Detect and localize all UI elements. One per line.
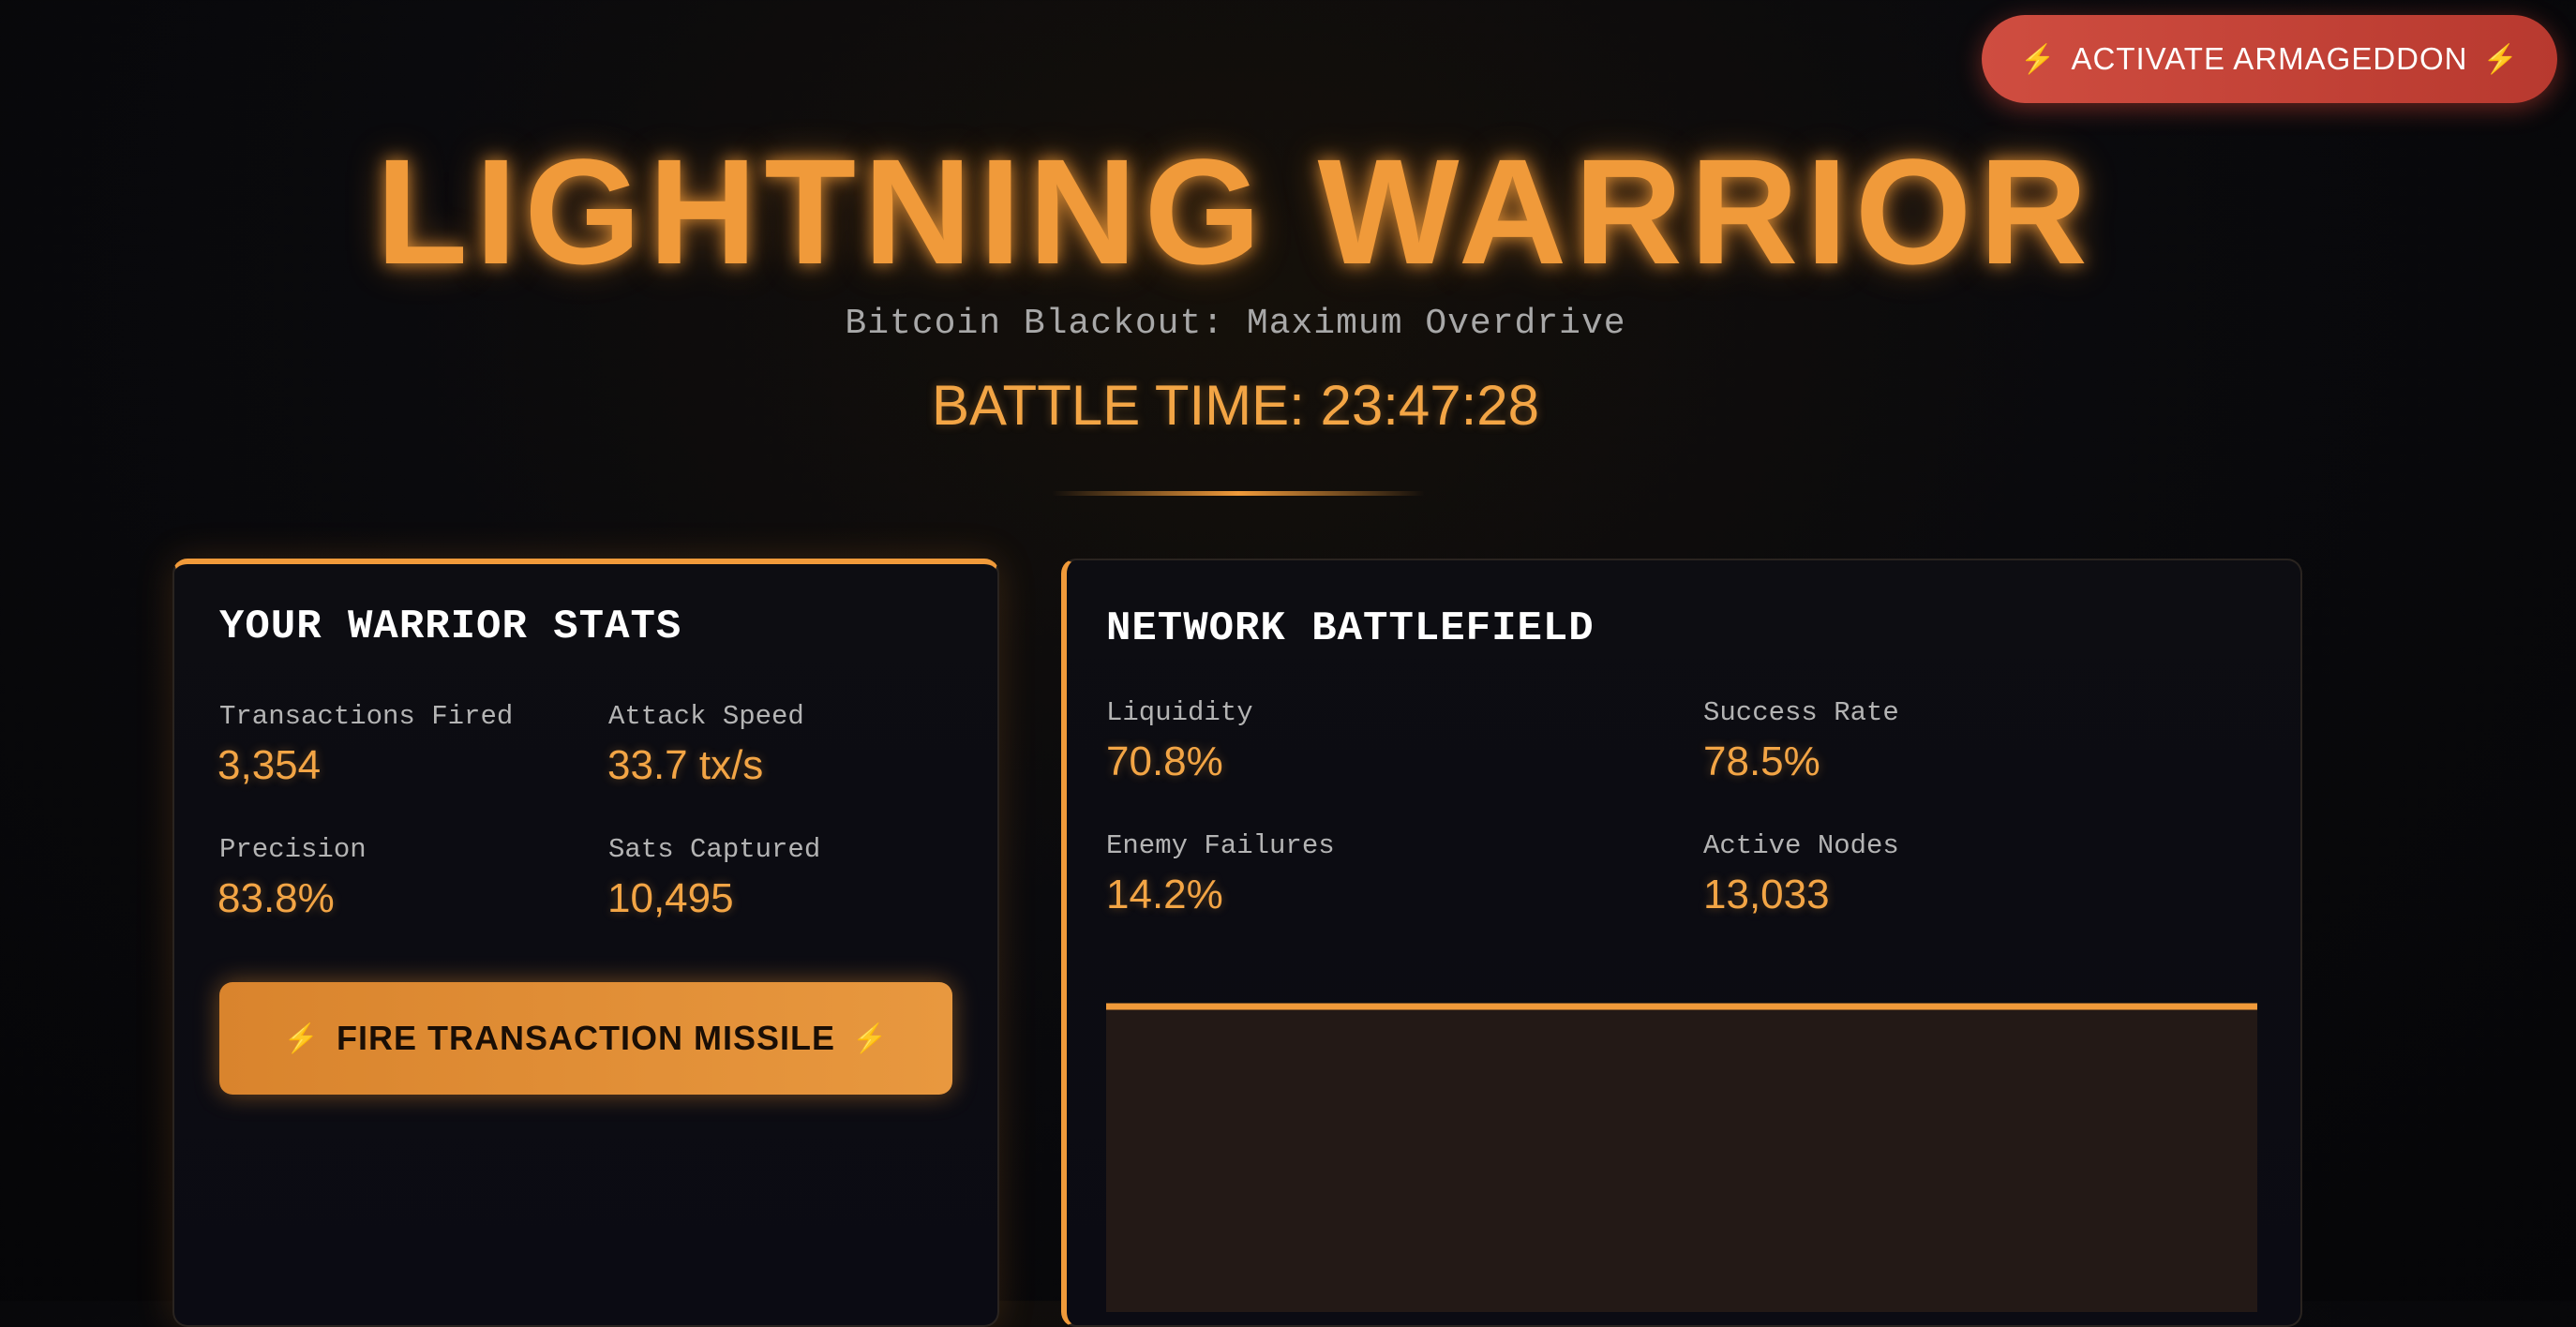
page-title: LIGHTNING WARRIOR — [376, 127, 2095, 295]
stat-value-active-nodes: 13,033 — [1703, 872, 1830, 917]
stat-label-enemy-failures: Enemy Failures — [1106, 830, 1335, 861]
stat-value-liquidity: 70.8% — [1106, 738, 1223, 784]
lightning-bolt-icon: ⚡ — [2482, 43, 2519, 75]
header-divider — [1052, 491, 1425, 496]
battle-timer: BATTLE TIME: 23:47:28 — [931, 374, 1540, 437]
stat-label-attack-speed: Attack Speed — [608, 701, 804, 732]
lightning-bolt-icon: ⚡ — [283, 1022, 320, 1054]
network-battlefield-panel: NETWORK BATTLEFIELD Liquidity 70.8% Succ… — [1061, 559, 2302, 1327]
lightning-bolt-icon: ⚡ — [2020, 43, 2057, 75]
stat-label-liquidity: Liquidity — [1106, 697, 1253, 728]
network-activity-chart — [1106, 1003, 2257, 1312]
stat-value-transactions-fired: 3,354 — [217, 742, 322, 788]
stat-value-attack-speed: 33.7 tx/s — [607, 742, 764, 788]
stat-label-precision: Precision — [219, 834, 367, 865]
stat-label-sats-captured: Sats Captured — [608, 834, 821, 865]
network-battlefield-title: NETWORK BATTLEFIELD — [1106, 605, 1595, 652]
fire-transaction-missile-label: FIRE TRANSACTION MISSILE — [336, 1019, 835, 1057]
activate-armageddon-button[interactable]: ⚡ ACTIVATE ARMAGEDDON ⚡ — [1982, 15, 2557, 103]
warrior-stats-title: YOUR WARRIOR STATS — [219, 604, 682, 650]
chart-area-fill — [1106, 1006, 2257, 1312]
page-subtitle: Bitcoin Blackout: Maximum Overdrive — [845, 304, 1626, 344]
warrior-stats-panel: YOUR WARRIOR STATS Transactions Fired 3,… — [172, 559, 999, 1327]
stat-value-precision: 83.8% — [217, 875, 335, 921]
lightning-bolt-icon: ⚡ — [852, 1022, 889, 1054]
fire-transaction-missile-button[interactable]: ⚡ FIRE TRANSACTION MISSILE ⚡ — [219, 982, 952, 1095]
stat-value-success-rate: 78.5% — [1703, 738, 1820, 784]
stat-label-success-rate: Success Rate — [1703, 697, 1899, 728]
stat-value-sats-captured: 10,495 — [607, 875, 734, 921]
stat-label-active-nodes: Active Nodes — [1703, 830, 1899, 861]
activate-armageddon-label: ACTIVATE ARMAGEDDON — [2071, 41, 2468, 76]
stat-label-transactions-fired: Transactions Fired — [219, 701, 514, 732]
stat-value-enemy-failures: 14.2% — [1106, 872, 1223, 917]
